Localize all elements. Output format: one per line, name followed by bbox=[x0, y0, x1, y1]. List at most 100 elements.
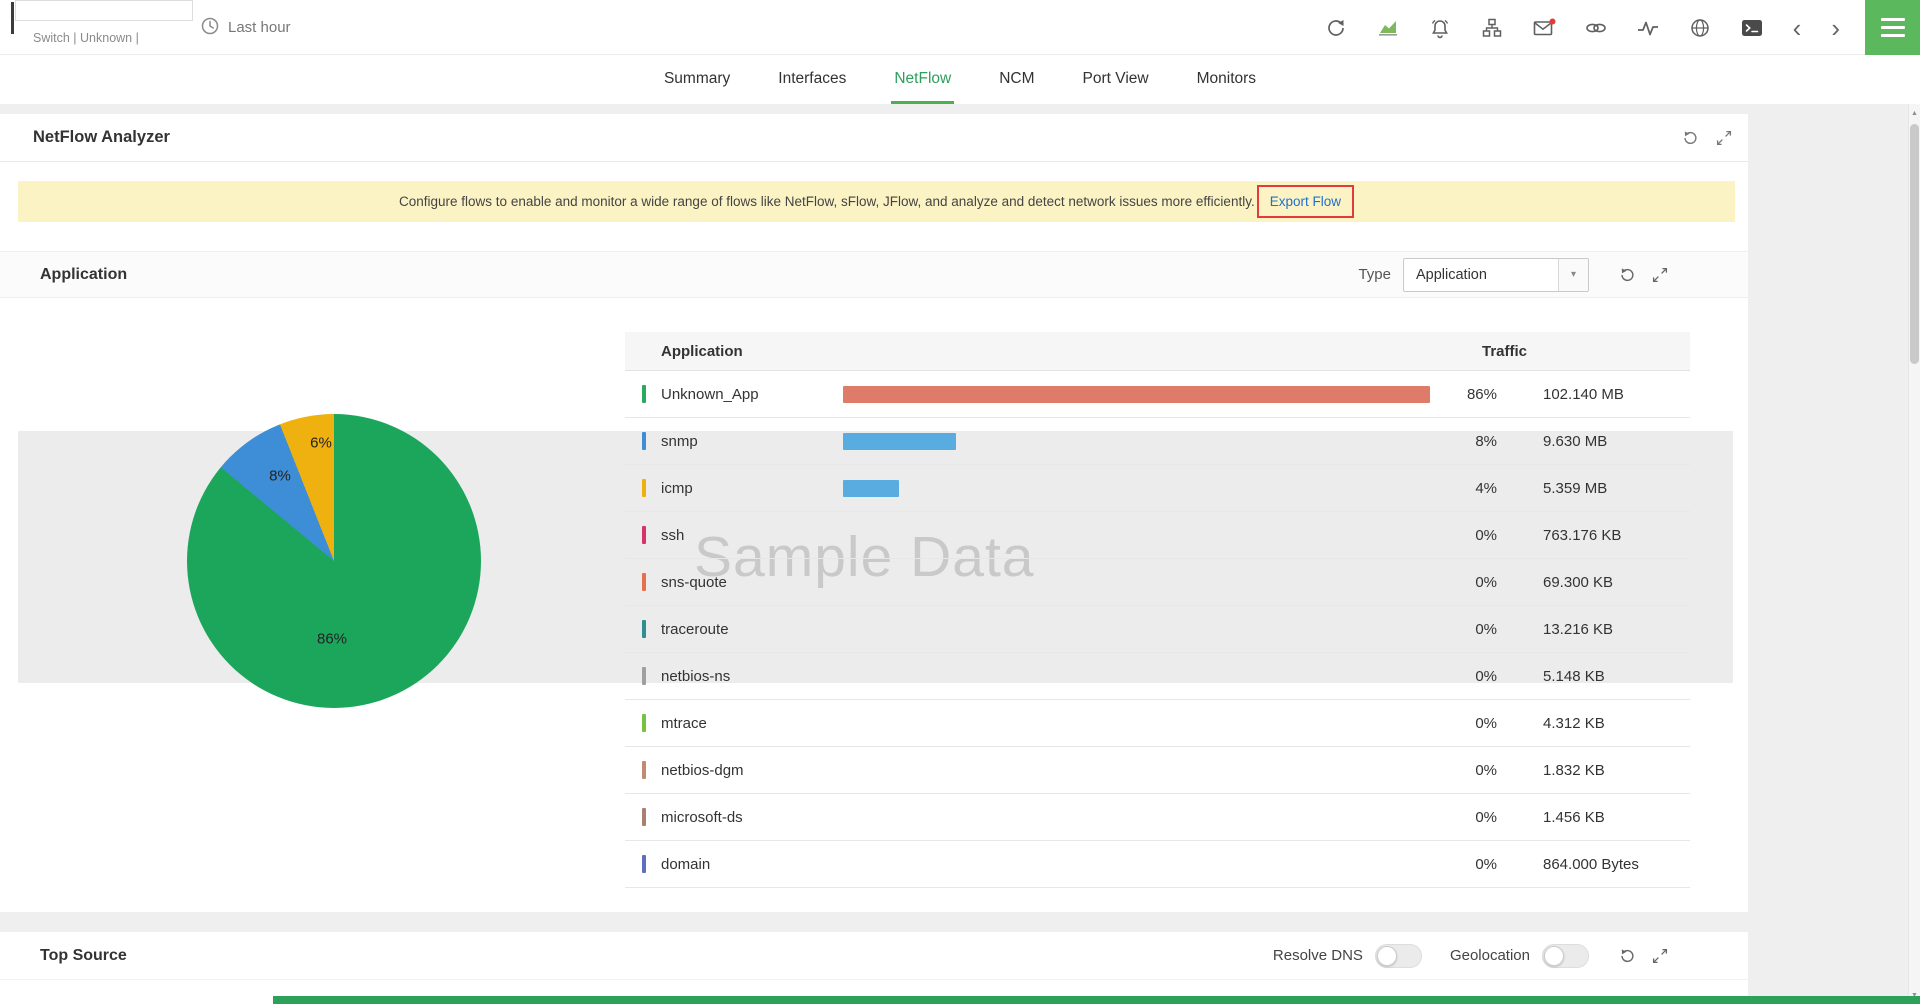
traffic-percent: 0% bbox=[1443, 621, 1497, 638]
app-name: snmp bbox=[661, 433, 843, 450]
traffic-bar-track bbox=[843, 762, 1443, 779]
application-widget-header: Application Type Application ▾ bbox=[0, 251, 1748, 298]
left-accent-bar bbox=[11, 2, 14, 34]
table-row[interactable]: domain0%864.000 Bytes bbox=[625, 841, 1690, 888]
app-color-tick bbox=[642, 620, 646, 638]
bottom-accent-bar bbox=[273, 996, 1920, 1004]
traffic-graph-icon[interactable] bbox=[1635, 15, 1661, 41]
table-row[interactable]: mtrace0%4.312 KB bbox=[625, 700, 1690, 747]
app-name: icmp bbox=[661, 480, 843, 497]
traffic-bar-track bbox=[843, 809, 1443, 826]
traffic-value: 1.832 KB bbox=[1543, 762, 1605, 779]
menu-icon bbox=[1881, 18, 1905, 21]
table-row[interactable]: Unknown_App 86% 102.140 MB bbox=[625, 371, 1690, 418]
traffic-value: 69.300 KB bbox=[1543, 574, 1613, 591]
vertical-scrollbar[interactable]: ▲ ▼ bbox=[1908, 104, 1920, 1004]
tab-ncm[interactable]: NCM bbox=[996, 55, 1037, 104]
expand-icon[interactable] bbox=[1650, 946, 1670, 966]
application-widget-body: 6% 8% 86% Sample Data Application Traffi… bbox=[0, 298, 1748, 912]
traffic-bar-track bbox=[843, 386, 1443, 403]
traffic-percent: 0% bbox=[1443, 668, 1497, 685]
panel-title: NetFlow Analyzer bbox=[33, 128, 170, 147]
app-name: domain bbox=[661, 856, 843, 873]
pie-label: 6% bbox=[310, 435, 332, 452]
geolocation-label: Geolocation bbox=[1450, 947, 1530, 964]
menu-button[interactable] bbox=[1865, 0, 1920, 55]
table-row[interactable]: ssh0%763.176 KB bbox=[625, 512, 1690, 559]
refresh-icon[interactable] bbox=[1617, 265, 1637, 285]
area-chart-icon[interactable] bbox=[1375, 15, 1401, 41]
table-row[interactable]: icmp4%5.359 MB bbox=[625, 465, 1690, 512]
tab-port-view[interactable]: Port View bbox=[1080, 55, 1152, 104]
application-table-rows: Unknown_App 86% 102.140 MB snmp8%9.630 MB ic… bbox=[625, 371, 1690, 888]
geolocation-toggle[interactable] bbox=[1542, 944, 1589, 968]
scroll-up-arrow[interactable]: ▲ bbox=[1909, 106, 1920, 120]
traffic-value: 5.148 KB bbox=[1543, 668, 1605, 685]
traffic-value: 102.140 MB bbox=[1543, 386, 1624, 403]
top-source-title: Top Source bbox=[40, 947, 127, 965]
table-row[interactable]: snmp8%9.630 MB bbox=[625, 418, 1690, 465]
top-source-widget: Top Source Resolve DNS Geolocation bbox=[0, 932, 1748, 997]
traffic-percent: 0% bbox=[1443, 574, 1497, 591]
screen: Switch | Unknown | Last hour bbox=[0, 0, 1920, 1004]
scrollbar-thumb[interactable] bbox=[1910, 124, 1919, 364]
table-header: Application Traffic bbox=[625, 332, 1690, 371]
traffic-bar-track bbox=[843, 527, 1443, 544]
netflow-analyzer-panel: NetFlow Analyzer Configure flows to enab… bbox=[0, 114, 1748, 912]
banner-message: Configure flows to enable and monitor a … bbox=[399, 194, 1255, 209]
next-icon[interactable]: › bbox=[1829, 15, 1842, 41]
tab-interfaces[interactable]: Interfaces bbox=[775, 55, 849, 104]
expand-icon[interactable] bbox=[1714, 128, 1734, 148]
traffic-value: 1.456 KB bbox=[1543, 809, 1605, 826]
link-icon[interactable] bbox=[1583, 15, 1609, 41]
table-row[interactable]: sns-quote0%69.300 KB bbox=[625, 559, 1690, 606]
device-selector[interactable] bbox=[15, 0, 193, 21]
time-range-label: Last hour bbox=[228, 19, 291, 36]
traffic-bar-track bbox=[843, 621, 1443, 638]
alarm-icon[interactable] bbox=[1427, 15, 1453, 41]
table-row[interactable]: netbios-ns0%5.148 KB bbox=[625, 653, 1690, 700]
tab-monitors[interactable]: Monitors bbox=[1194, 55, 1259, 104]
app-name: Unknown_App bbox=[661, 386, 843, 403]
globe-icon[interactable] bbox=[1687, 15, 1713, 41]
mail-icon[interactable] bbox=[1531, 15, 1557, 41]
app-name: microsoft-ds bbox=[661, 809, 843, 826]
topology-icon[interactable] bbox=[1479, 15, 1505, 41]
refresh-icon[interactable] bbox=[1617, 946, 1637, 966]
traffic-percent: 4% bbox=[1443, 480, 1497, 497]
configure-flows-banner: Configure flows to enable and monitor a … bbox=[18, 181, 1735, 222]
time-range-selector[interactable]: Last hour bbox=[200, 0, 291, 55]
device-tabbar: Summary Interfaces NetFlow NCM Port View… bbox=[0, 55, 1920, 104]
type-label: Type bbox=[1358, 266, 1391, 283]
table-row[interactable]: microsoft-ds0%1.456 KB bbox=[625, 794, 1690, 841]
traffic-bar-track bbox=[843, 480, 1443, 497]
export-flow-link[interactable]: Export Flow bbox=[1270, 194, 1341, 209]
table-row[interactable]: traceroute0%13.216 KB bbox=[625, 606, 1690, 653]
traffic-value: 13.216 KB bbox=[1543, 621, 1613, 638]
prev-icon[interactable]: ‹ bbox=[1791, 15, 1804, 41]
traffic-bar-track bbox=[843, 433, 1443, 450]
column-header-application: Application bbox=[661, 343, 743, 360]
pie-label: 8% bbox=[269, 468, 291, 485]
tab-netflow[interactable]: NetFlow bbox=[891, 55, 954, 104]
expand-icon[interactable] bbox=[1650, 265, 1670, 285]
export-flow-highlight-box: Export Flow bbox=[1257, 185, 1354, 218]
application-pie[interactable] bbox=[187, 414, 481, 708]
traffic-percent: 0% bbox=[1443, 762, 1497, 779]
refresh-icon[interactable] bbox=[1680, 128, 1700, 148]
tab-summary[interactable]: Summary bbox=[661, 55, 733, 104]
resolve-dns-toggle[interactable] bbox=[1375, 944, 1422, 968]
app-color-tick bbox=[642, 385, 646, 403]
terminal-icon[interactable] bbox=[1739, 15, 1765, 41]
sync-icon[interactable] bbox=[1323, 15, 1349, 41]
traffic-percent: 86% bbox=[1443, 386, 1497, 403]
top-source-header: Top Source Resolve DNS Geolocation bbox=[0, 932, 1748, 980]
app-color-tick bbox=[642, 808, 646, 826]
type-dropdown[interactable]: Application ▾ bbox=[1403, 258, 1589, 292]
app-name: ssh bbox=[661, 527, 843, 544]
table-row[interactable]: netbios-dgm0%1.832 KB bbox=[625, 747, 1690, 794]
clock-icon bbox=[200, 16, 220, 40]
toggle-knob bbox=[1544, 946, 1564, 966]
app-color-tick bbox=[642, 667, 646, 685]
column-header-traffic: Traffic bbox=[1482, 343, 1527, 360]
